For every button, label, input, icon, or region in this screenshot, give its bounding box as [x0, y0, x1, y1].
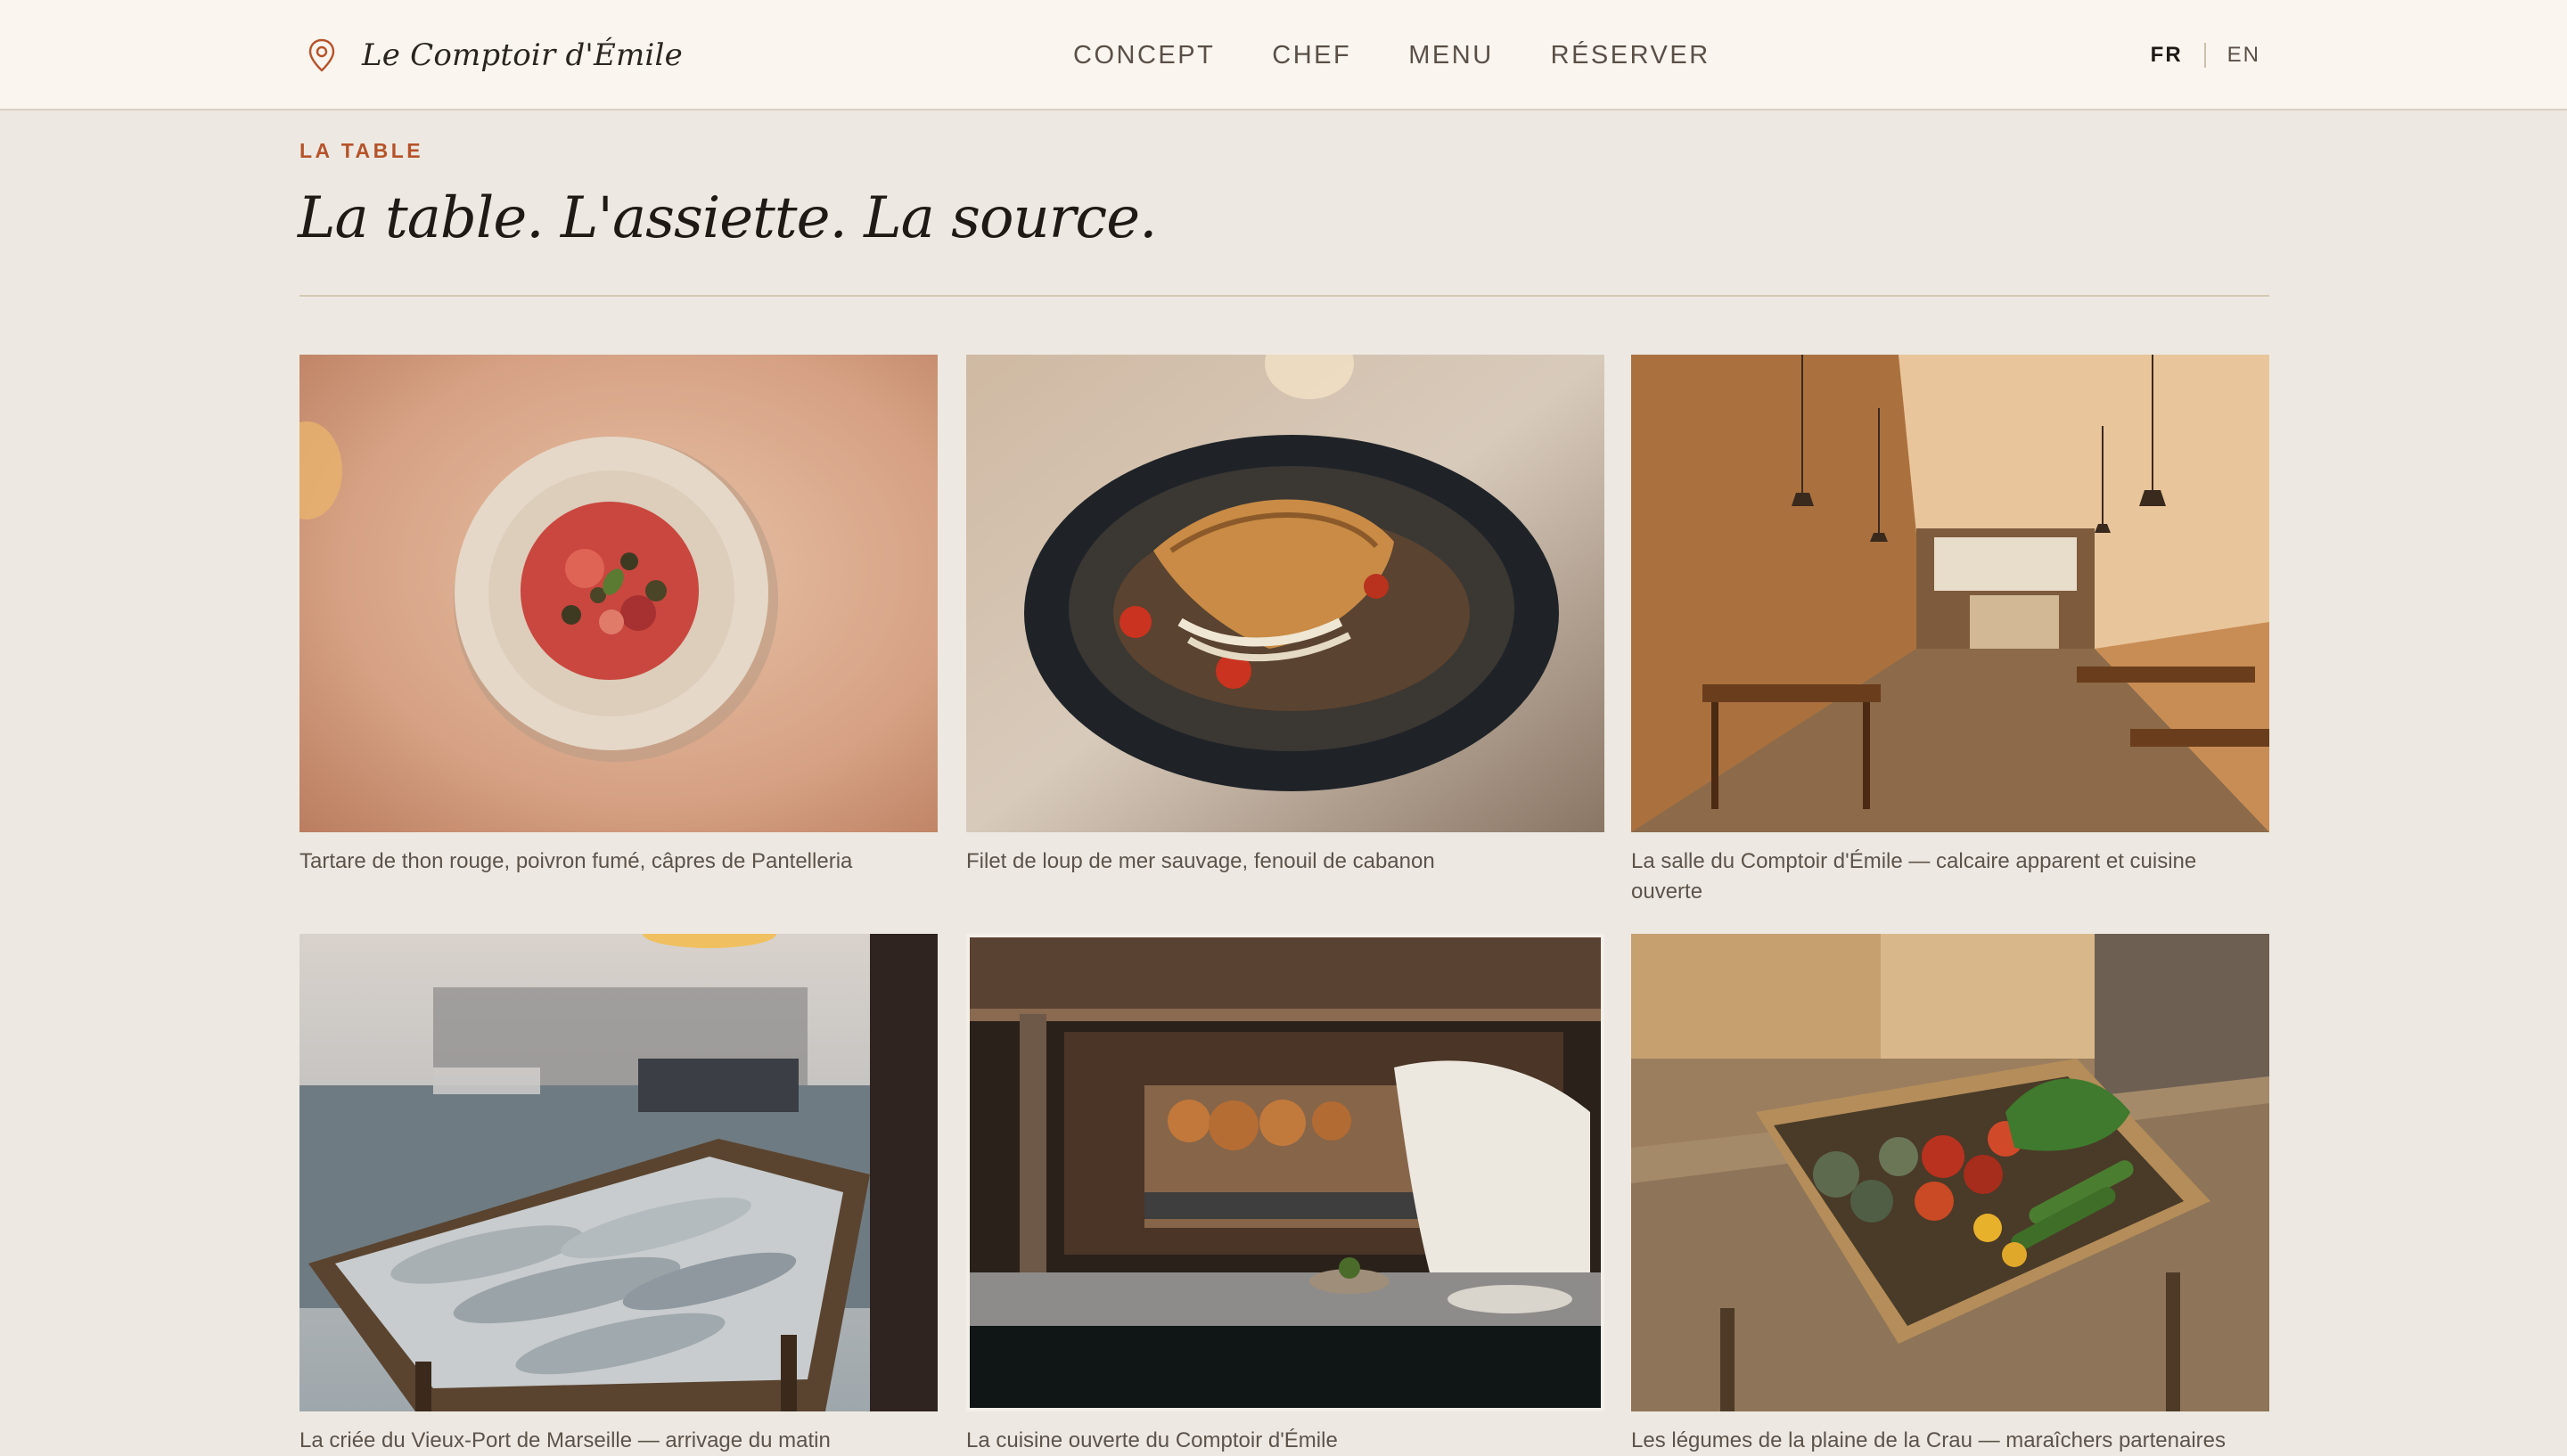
gallery-item: Filet de loup de mer sauvage, fenouil de… — [966, 355, 1604, 877]
site-header: Le Comptoir d'Émile CONCEPT CHEF MENU RÉ… — [0, 0, 2567, 110]
photo-caption: La cuisine ouverte du Comptoir d'Émile — [966, 1428, 1338, 1452]
section-divider — [299, 295, 2269, 297]
nav-chef[interactable]: CHEF — [1272, 41, 1351, 70]
brand-name: Le Comptoir d'Émile — [362, 37, 683, 73]
fish-market-photo[interactable] — [299, 934, 938, 1411]
lang-fr[interactable]: FR — [2151, 43, 2183, 68]
lang-en[interactable]: EN — [2227, 43, 2260, 68]
photo-caption: Tartare de thon rouge, poivron fumé, câp… — [299, 849, 853, 873]
gallery-item: Tartare de thon rouge, poivron fumé, câp… — [299, 355, 938, 877]
nav-concept[interactable]: CONCEPT — [1073, 41, 1215, 70]
dining-room-photo[interactable] — [1631, 355, 2269, 832]
gallery-item: La cuisine ouverte du Comptoir d'Émile — [966, 934, 1604, 1456]
gallery-item: La salle du Comptoir d'Émile — calcaire … — [1631, 355, 2269, 907]
lang-divider — [2203, 43, 2206, 68]
gallery-item: La criée du Vieux-Port de Marseille — ar… — [299, 934, 938, 1456]
section-title: La table. L'assiette. La source. — [298, 185, 1157, 251]
sea-bass-photo[interactable] — [966, 355, 1604, 832]
map-pin-icon — [308, 38, 335, 72]
tuna-tartare-photo[interactable] — [299, 355, 938, 832]
photo-caption: Les légumes de la plaine de la Crau — ma… — [1631, 1428, 2227, 1452]
photo-caption: Filet de loup de mer sauvage, fenouil de… — [966, 849, 1435, 873]
main-nav: CONCEPT CHEF MENU RÉSERVER — [1073, 34, 1767, 77]
vegetable-crate-photo[interactable] — [1631, 934, 2269, 1411]
nav-menu[interactable]: MENU — [1408, 41, 1493, 70]
brand[interactable]: Le Comptoir d'Émile — [307, 34, 683, 77]
nav-reserver[interactable]: RÉSERVER — [1551, 41, 1710, 70]
photo-caption: La criée du Vieux-Port de Marseille — ar… — [299, 1428, 831, 1452]
open-kitchen-photo[interactable] — [966, 934, 1604, 1411]
section-eyebrow: LA TABLE — [299, 139, 424, 162]
gallery-item: Les légumes de la plaine de la Crau — ma… — [1631, 934, 2269, 1456]
language-switcher: FR EN — [2151, 34, 2260, 77]
photo-caption: La salle du Comptoir d'Émile — calcaire … — [1631, 849, 2197, 904]
